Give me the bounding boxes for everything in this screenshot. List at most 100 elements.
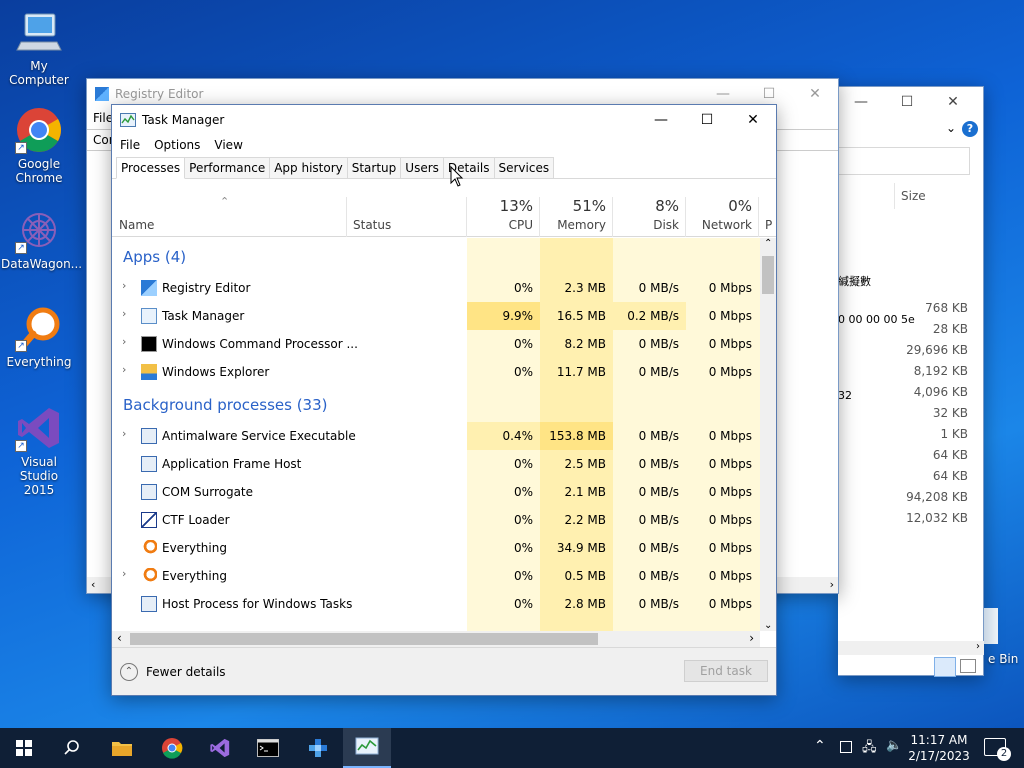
end-task-button[interactable]: End task — [684, 660, 768, 682]
scroll-left-icon[interactable]: ‹ — [91, 578, 95, 591]
action-center-icon[interactable]: 2 — [984, 738, 1011, 761]
scrollbar-thumb[interactable] — [130, 633, 598, 645]
process-row[interactable]: Host Process for Windows Tasks 0% 2.8 MB 0 … — [112, 590, 760, 618]
process-row[interactable]: › Everything 0% 0.5 MB 0 MB/s 0 Mbps — [112, 562, 760, 590]
maximize-icon[interactable]: ☐ — [746, 86, 792, 102]
show-hidden-icons-chevron-icon[interactable]: ⌃ — [814, 738, 826, 754]
large-icons-view-icon[interactable] — [960, 659, 976, 673]
explorer-search-box[interactable] — [838, 147, 970, 175]
process-grid-header: ⌃ Name Status 13% CPU 51% Memory 8% Disk… — [112, 195, 776, 237]
process-row[interactable]: Application Frame Host 0% 2.5 MB 0 MB/s 0 Mb… — [112, 450, 760, 478]
expand-chevron-icon[interactable]: › — [122, 567, 126, 580]
horizontal-scrollbar[interactable]: ‹ › — [112, 631, 760, 647]
taskbar-task-manager[interactable] — [343, 728, 391, 768]
column-header-disk[interactable]: 8% Disk — [613, 197, 686, 237]
process-icon — [141, 596, 157, 612]
desktop-icon-my-computer[interactable]: My Computer — [1, 8, 77, 87]
scroll-down-icon[interactable]: ⌄ — [764, 620, 772, 631]
minimize-icon[interactable]: — — [700, 86, 746, 102]
desktop-icon-datawagon[interactable]: ↗ DataWagon... — [1, 206, 82, 271]
column-header-name[interactable]: ⌃ Name — [112, 195, 347, 237]
desktop-icon-label: Visual Studio 2015 — [19, 455, 59, 497]
process-net-value: 0 Mbps — [708, 541, 752, 555]
scroll-up-icon[interactable]: ⌃ — [764, 238, 772, 249]
tab-processes[interactable]: Processes — [116, 157, 186, 179]
process-row[interactable]: › Windows Command Processor ... 0% 8.2 MB 0 … — [112, 330, 760, 358]
tab-app-history[interactable]: App history — [269, 157, 348, 178]
column-header-memory[interactable]: 51% Memory — [540, 197, 613, 237]
expand-chevron-icon[interactable]: › — [122, 307, 126, 320]
expand-chevron-icon[interactable]: › — [122, 363, 126, 376]
start-button[interactable] — [0, 728, 48, 768]
scroll-left-icon[interactable]: ‹ — [117, 631, 122, 645]
process-mem-value: 2.8 MB — [564, 597, 606, 611]
recycle-bin-icon[interactable] — [984, 608, 998, 644]
process-row[interactable]: › Registry Editor 0% 2.3 MB 0 MB/s 0 Mbps — [112, 274, 760, 302]
search-button[interactable] — [48, 728, 96, 768]
fewer-details-label: Fewer details — [146, 665, 226, 679]
column-header-cpu[interactable]: 13% CPU — [467, 197, 540, 237]
close-icon[interactable]: ✕ — [930, 94, 976, 110]
tab-performance[interactable]: Performance — [184, 157, 271, 178]
help-icon[interactable]: ? — [962, 121, 978, 137]
tab-services[interactable]: Services — [493, 157, 555, 178]
taskbar-registry-editor[interactable] — [294, 728, 342, 768]
desktop-icon-everything[interactable]: ↗ Everything — [1, 304, 77, 369]
minimize-icon[interactable]: — — [638, 112, 684, 128]
scroll-right-icon[interactable]: › — [749, 631, 754, 645]
process-net-value: 0 Mbps — [708, 337, 752, 351]
desktop-icon-visual-studio[interactable]: ↗ Visual Studio 2015 — [1, 404, 77, 497]
process-name: Windows Command Processor ... — [162, 337, 358, 351]
taskbar-file-explorer[interactable] — [98, 728, 146, 768]
process-row[interactable]: CTF Loader 0% 2.2 MB 0 MB/s 0 Mbps — [112, 506, 760, 534]
vertical-scrollbar[interactable]: ⌃ ⌄ — [760, 238, 776, 631]
maximize-icon[interactable]: ☐ — [684, 112, 730, 128]
desktop-icon-chrome[interactable]: ↗ Google Chrome — [1, 106, 77, 185]
process-cpu-value: 0% — [513, 569, 533, 583]
expand-chevron-icon[interactable]: › — [122, 279, 126, 292]
network-icon[interactable]: 🖧 — [862, 738, 877, 760]
column-header-status[interactable]: Status — [347, 197, 467, 237]
expand-chevron-icon[interactable]: › — [122, 335, 126, 348]
system-clock[interactable]: 11:17 AM 2/17/2023 — [906, 732, 972, 764]
menu-file[interactable]: File — [120, 138, 140, 152]
process-icon — [141, 308, 157, 324]
device-icon[interactable] — [840, 741, 852, 753]
scroll-right-icon[interactable]: › — [830, 578, 834, 591]
minimize-icon[interactable]: — — [838, 94, 884, 110]
expand-chevron-icon[interactable]: › — [122, 427, 126, 440]
horizontal-scrollbar[interactable]: › — [838, 641, 984, 655]
process-row[interactable]: Everything 0% 34.9 MB 0 MB/s 0 Mbps — [112, 534, 760, 562]
group-header-background[interactable]: Background processes (33) — [112, 386, 760, 422]
close-icon[interactable]: ✕ — [730, 112, 776, 128]
tab-users[interactable]: Users — [400, 157, 444, 178]
tab-startup[interactable]: Startup — [346, 157, 402, 178]
taskbar-chrome[interactable] — [148, 728, 196, 768]
chevron-down-icon[interactable]: ⌄ — [946, 121, 956, 135]
mouse-cursor-icon — [450, 166, 464, 187]
taskbar-command-prompt[interactable] — [244, 728, 292, 768]
process-row[interactable]: › Task Manager 9.9% 16.5 MB 0.2 MB/s 0 Mbps — [112, 302, 760, 330]
process-cpu-value: 0% — [513, 281, 533, 295]
process-row[interactable]: › Antimalware Service Executable 0.4% 153.8… — [112, 422, 760, 450]
file-explorer-window[interactable]: — ☐ ✕ ⌄ ? Size 緘擬數 0 00 00 00 5e 32 768 … — [838, 86, 984, 677]
task-manager-tabs: Processes Performance App history Startu… — [112, 157, 776, 179]
column-header-power[interactable]: P — [759, 197, 776, 237]
menu-options[interactable]: Options — [154, 138, 200, 152]
volume-icon[interactable]: 🔈 — [886, 738, 902, 753]
process-net-value: 0 Mbps — [708, 485, 752, 499]
process-net-value: 0 Mbps — [708, 309, 752, 323]
maximize-icon[interactable]: ☐ — [884, 94, 930, 110]
size-column-header[interactable]: Size — [894, 183, 984, 209]
close-icon[interactable]: ✕ — [792, 86, 838, 102]
process-row[interactable]: COM Surrogate 0% 2.1 MB 0 MB/s 0 Mbps — [112, 478, 760, 506]
group-header-apps[interactable]: Apps (4) — [112, 238, 760, 274]
process-row[interactable]: › Windows Explorer 0% 11.7 MB 0 MB/s 0 Mbps — [112, 358, 760, 386]
fewer-details-button[interactable]: ⌃ Fewer details — [120, 663, 226, 681]
scrollbar-thumb[interactable] — [762, 256, 774, 294]
column-header-network[interactable]: 0% Network — [686, 197, 759, 237]
taskbar-visual-studio[interactable] — [196, 728, 244, 768]
task-manager-window[interactable]: Task Manager — ☐ ✕ File Options View Pro… — [111, 104, 777, 696]
menu-view[interactable]: View — [214, 138, 242, 152]
details-view-icon[interactable] — [934, 657, 956, 677]
